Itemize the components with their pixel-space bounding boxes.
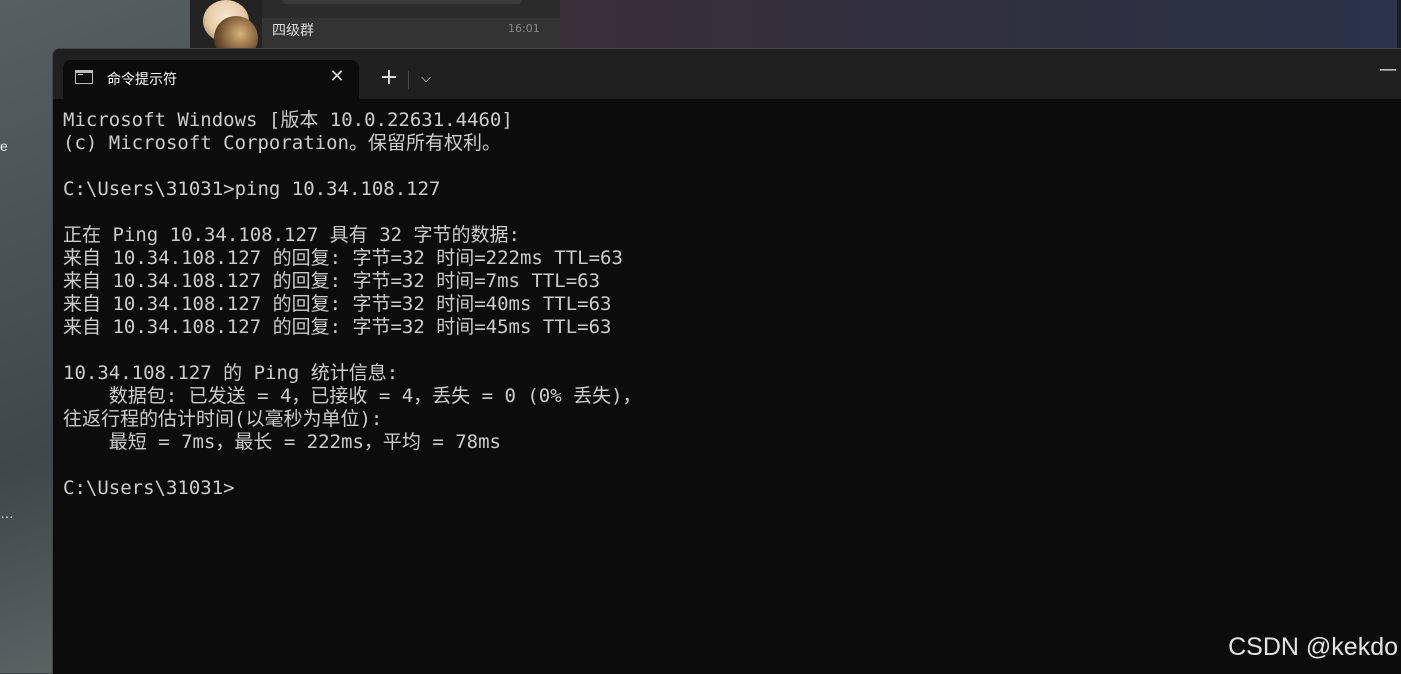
desktop-text-fragment: … [0,505,14,521]
console-output[interactable]: Microsoft Windows [版本 10.0.22631.4460] (… [53,99,1401,674]
chat-search-bar[interactable] [282,0,522,4]
console-line [63,454,1401,477]
console-line: 来自 10.34.108.127 的回复: 字节=32 时间=222ms TTL… [63,247,623,269]
console-line: 来自 10.34.108.127 的回复: 字节=32 时间=45ms TTL=… [63,316,612,338]
desktop-text-fragment: e [0,138,8,154]
tab-title: 命令提示符 [107,72,177,88]
chevron-down-icon[interactable]: ⌵ [413,65,439,93]
tab-command-prompt[interactable]: 命令提示符 ✕ [63,60,359,99]
console-line: 数据包: 已发送 = 4，已接收 = 4，丢失 = 0 (0% 丢失)， [63,385,642,407]
plus-icon[interactable]: + [375,65,403,93]
command-prompt-icon [75,70,93,84]
command-prompt-line[interactable]: C:\Users\31031> [63,477,1401,500]
console-line [63,155,1401,178]
console-line: 往返行程的估计时间(以毫秒为单位): [63,408,383,430]
console-line: C:\Users\31031>ping 10.34.108.127 [63,178,441,200]
console-line: (c) Microsoft Corporation。保留所有权利。 [63,132,501,154]
console-line: 最短 = 7ms，最长 = 222ms，平均 = 78ms [63,431,501,453]
chat-name: 四级群 [272,23,314,39]
minimize-icon[interactable]: — [1375,59,1401,85]
console-line: 来自 10.34.108.127 的回复: 字节=32 时间=7ms TTL=6… [63,270,601,292]
divider [408,71,409,89]
terminal-window: 命令提示符 ✕ + ⌵ — Microsoft Windows [版本 10.0… [52,48,1401,674]
close-icon[interactable]: ✕ [325,65,349,89]
chat-time: 16:01 [508,22,540,35]
console-line: 正在 Ping 10.34.108.127 具有 32 字节的数据: [63,224,520,246]
watermark: CSDN @kekdo [1228,633,1398,661]
console-line [63,339,1401,362]
title-bar[interactable]: 命令提示符 ✕ + ⌵ — [53,49,1401,99]
console-line: Microsoft Windows [版本 10.0.22631.4460] [63,109,513,131]
console-line: 10.34.108.127 的 Ping 统计信息: [63,362,399,384]
console-line: 来自 10.34.108.127 的回复: 字节=32 时间=40ms TTL=… [63,293,612,315]
console-line [63,201,1401,224]
